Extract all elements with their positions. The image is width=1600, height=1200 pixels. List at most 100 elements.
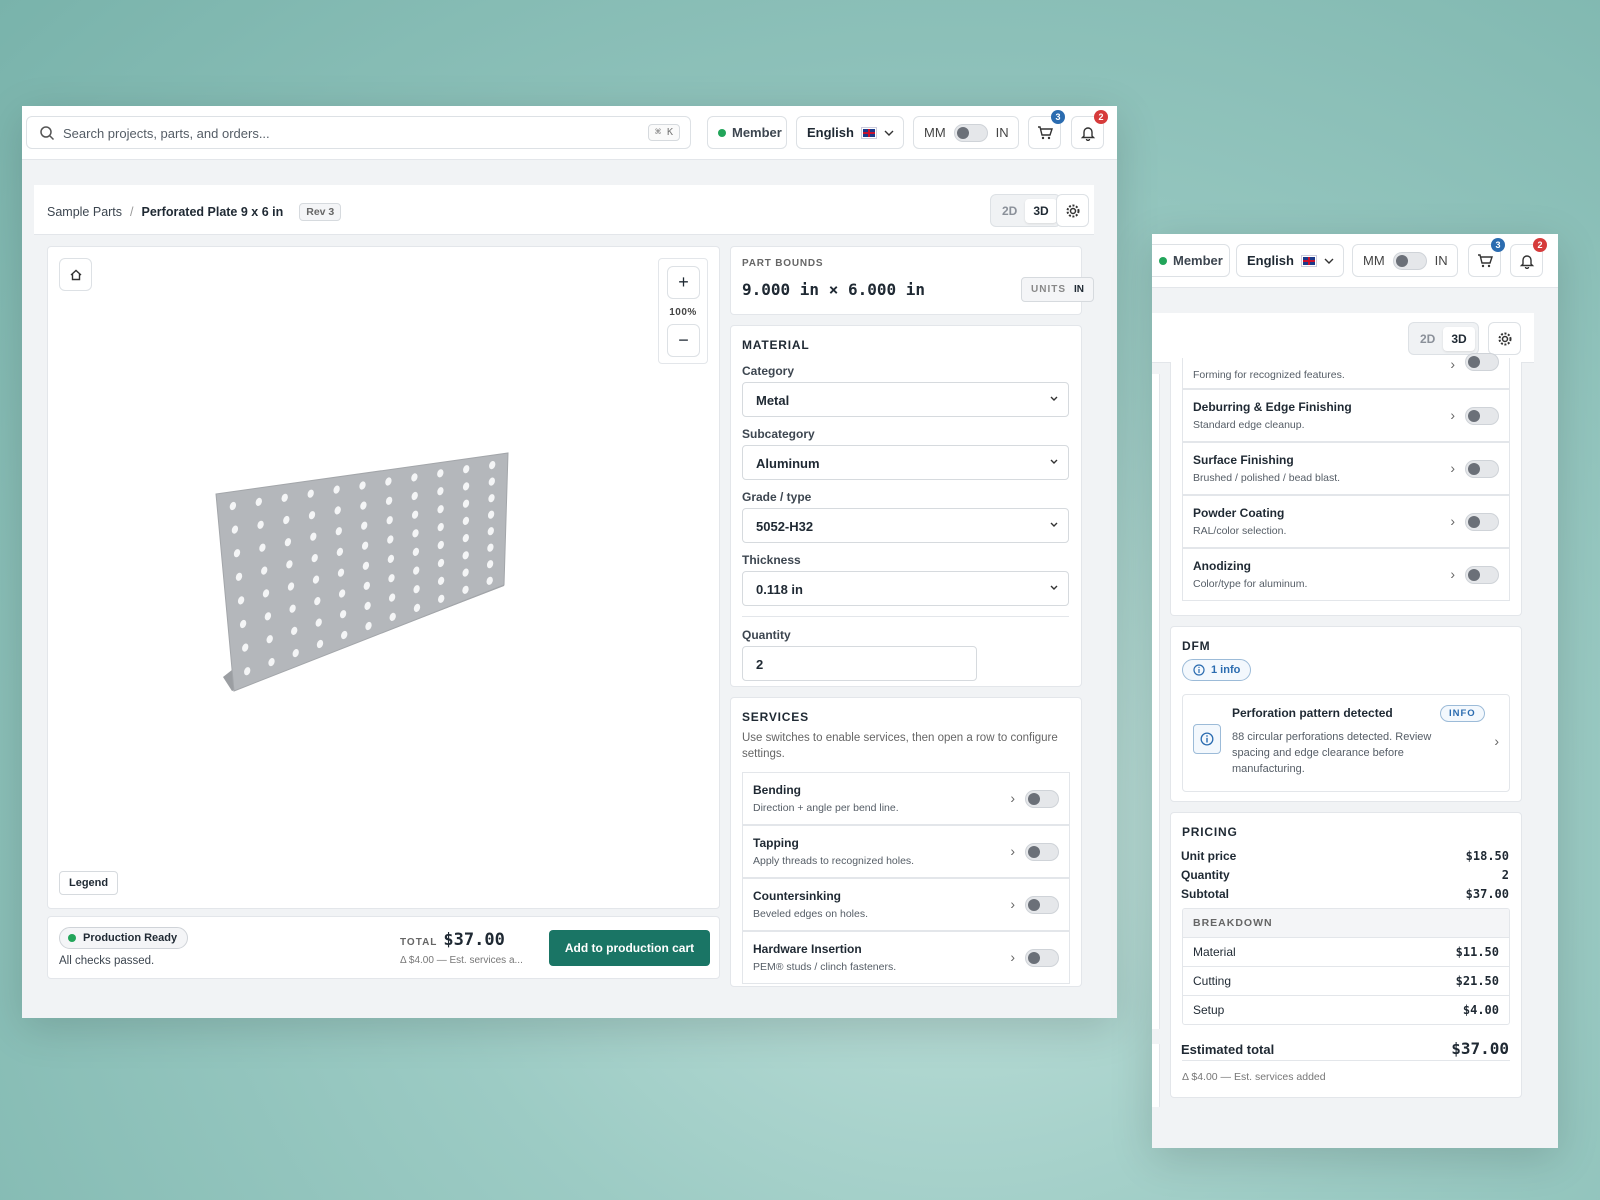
zoom-in-button[interactable]: + — [667, 266, 700, 299]
service-toggle[interactable] — [1465, 513, 1499, 531]
notifications-button[interactable]: 2 — [1071, 110, 1108, 149]
service-toggle[interactable] — [1465, 407, 1499, 425]
category-select[interactable]: Metal — [742, 382, 1069, 417]
language-select[interactable]: English — [796, 116, 904, 149]
chevron-down-icon — [1050, 522, 1058, 527]
breakdown-label: Material — [1193, 945, 1236, 959]
divider — [1182, 1060, 1510, 1061]
service-row[interactable]: Countersinking Beveled edges on holes. › — [742, 878, 1070, 931]
service-desc: Direction + angle per bend line. — [753, 802, 899, 814]
unit-switch[interactable]: MM IN — [913, 116, 1019, 149]
subcategory-label: Subcategory — [742, 427, 815, 441]
part-header: Sample Parts / Perforated Plate 9 x 6 in… — [34, 185, 1094, 235]
service-toggle[interactable] — [1465, 566, 1499, 584]
service-toggle[interactable] — [1465, 460, 1499, 478]
view-3d-button[interactable]: 3D — [1443, 326, 1475, 351]
services-hint: Use switches to enable services, then op… — [742, 732, 1058, 760]
top-bar: Search projects, parts, and orders... ⌘ … — [22, 106, 1117, 160]
part-bounds-title: PART BOUNDS — [742, 258, 824, 269]
unit-in-label: IN — [1434, 253, 1448, 268]
member-badge[interactable]: Member — [707, 116, 787, 149]
divider — [742, 616, 1069, 617]
notifications-button[interactable]: 2 — [1510, 238, 1547, 277]
cart-button[interactable]: 3 — [1028, 110, 1065, 149]
total-display: TOTAL $37.00 — [400, 930, 505, 950]
language-select[interactable]: English — [1236, 244, 1344, 277]
units-toggle[interactable]: UNITS IN — [1021, 277, 1094, 302]
subcategory-select[interactable]: Aluminum — [742, 445, 1069, 480]
service-row[interactable]: Anodizing Color/type for aluminum. › — [1182, 548, 1510, 601]
gear-icon — [1066, 204, 1079, 217]
grade-select[interactable]: 5052-H32 — [742, 508, 1069, 543]
zoom-out-button[interactable]: − — [667, 324, 700, 357]
member-badge[interactable]: Member — [1152, 244, 1230, 277]
home-view-button[interactable] — [59, 258, 92, 291]
unit-price-row: Unit price $18.50 — [1181, 849, 1509, 863]
service-desc: Standard edge cleanup. — [1193, 419, 1305, 431]
service-row[interactable]: Hardware Insertion PEM® studs / clinch f… — [742, 931, 1070, 984]
breadcrumb-parent[interactable]: Sample Parts — [47, 205, 122, 219]
breakdown-value: $21.50 — [1455, 974, 1499, 988]
3d-viewer[interactable]: + 100% − Legend — [47, 246, 720, 909]
breadcrumb-current: Perforated Plate 9 x 6 in — [141, 205, 284, 219]
service-row[interactable]: Powder Coating RAL/color selection. › — [1182, 495, 1510, 548]
uk-flag-icon — [1300, 254, 1317, 267]
notification-count-badge: 2 — [1094, 110, 1108, 124]
service-row[interactable]: Bending Direction + angle per bend line.… — [742, 772, 1070, 825]
add-to-cart-button[interactable]: Add to production cart — [549, 930, 710, 966]
service-toggle[interactable] — [1465, 353, 1499, 371]
service-title: Deburring & Edge Finishing — [1193, 400, 1352, 414]
unit-price-value: $18.50 — [1465, 849, 1509, 863]
chevron-right-icon: › — [1010, 949, 1015, 965]
side-top-bar: Member English MM IN 3 2 — [1152, 234, 1558, 288]
pricing-quantity-label: Quantity — [1181, 868, 1230, 882]
part-model[interactable] — [208, 427, 528, 747]
quantity-value: 2 — [756, 657, 764, 672]
service-toggle[interactable] — [1025, 949, 1059, 967]
service-row[interactable]: Forming for recognized features. › — [1182, 353, 1510, 389]
unit-toggle[interactable] — [1392, 251, 1427, 270]
settings-button[interactable] — [1056, 194, 1089, 227]
service-toggle[interactable] — [1025, 790, 1059, 808]
estimated-total-row: Estimated total $37.00 — [1181, 1039, 1509, 1058]
legend-button[interactable]: Legend — [59, 871, 119, 895]
info-icon — [1193, 664, 1205, 676]
cart-button[interactable]: 3 — [1468, 238, 1505, 277]
breakdown-label: Setup — [1193, 1003, 1225, 1017]
total-label: TOTAL — [400, 937, 438, 948]
dfm-item[interactable]: Perforation pattern detected INFO 88 cir… — [1182, 694, 1510, 792]
thickness-value: 0.118 in — [756, 582, 803, 597]
chevron-right-icon: › — [1010, 896, 1015, 912]
service-row[interactable]: Surface Finishing Brushed / polished / b… — [1182, 442, 1510, 495]
view-mode-toggle: 2D 3D — [1408, 322, 1479, 355]
material-card: MATERIAL Category Metal Subcategory Alum… — [730, 325, 1082, 687]
view-3d-button[interactable]: 3D — [1025, 198, 1057, 223]
dfm-item-desc: 88 circular perforations detected. Revie… — [1232, 731, 1432, 775]
unit-toggle[interactable] — [953, 123, 988, 142]
grade-value: 5052-H32 — [756, 519, 814, 534]
ready-status-dot — [68, 934, 76, 942]
chevron-down-icon — [1050, 585, 1058, 590]
cart-count-badge: 3 — [1051, 110, 1065, 124]
subtotal-label: Subtotal — [1181, 887, 1229, 901]
service-toggle[interactable] — [1025, 896, 1059, 914]
quantity-input[interactable]: 2 — [742, 646, 977, 681]
quantity-row: Quantity 2 — [1181, 868, 1509, 882]
service-title: Hardware Insertion — [753, 942, 862, 956]
settings-button[interactable] — [1488, 322, 1521, 355]
search-placeholder: Search projects, parts, and orders... — [63, 126, 270, 141]
thickness-label: Thickness — [742, 553, 801, 567]
service-title: Bending — [753, 783, 801, 797]
material-title: MATERIAL — [742, 338, 810, 352]
search-bar[interactable]: Search projects, parts, and orders... ⌘ … — [26, 116, 691, 149]
service-row[interactable]: Tapping Apply threads to recognized hole… — [742, 825, 1070, 878]
thickness-select[interactable]: 0.118 in — [742, 571, 1069, 606]
view-2d-button[interactable]: 2D — [994, 199, 1025, 223]
unit-switch[interactable]: MM IN — [1352, 244, 1458, 277]
breakdown-row: Material $11.50 — [1183, 937, 1509, 966]
category-value: Metal — [756, 393, 790, 408]
view-2d-button[interactable]: 2D — [1412, 327, 1443, 351]
dfm-summary-badge[interactable]: 1 info — [1182, 659, 1252, 681]
service-toggle[interactable] — [1025, 843, 1059, 861]
service-row[interactable]: Deburring & Edge Finishing Standard edge… — [1182, 389, 1510, 442]
